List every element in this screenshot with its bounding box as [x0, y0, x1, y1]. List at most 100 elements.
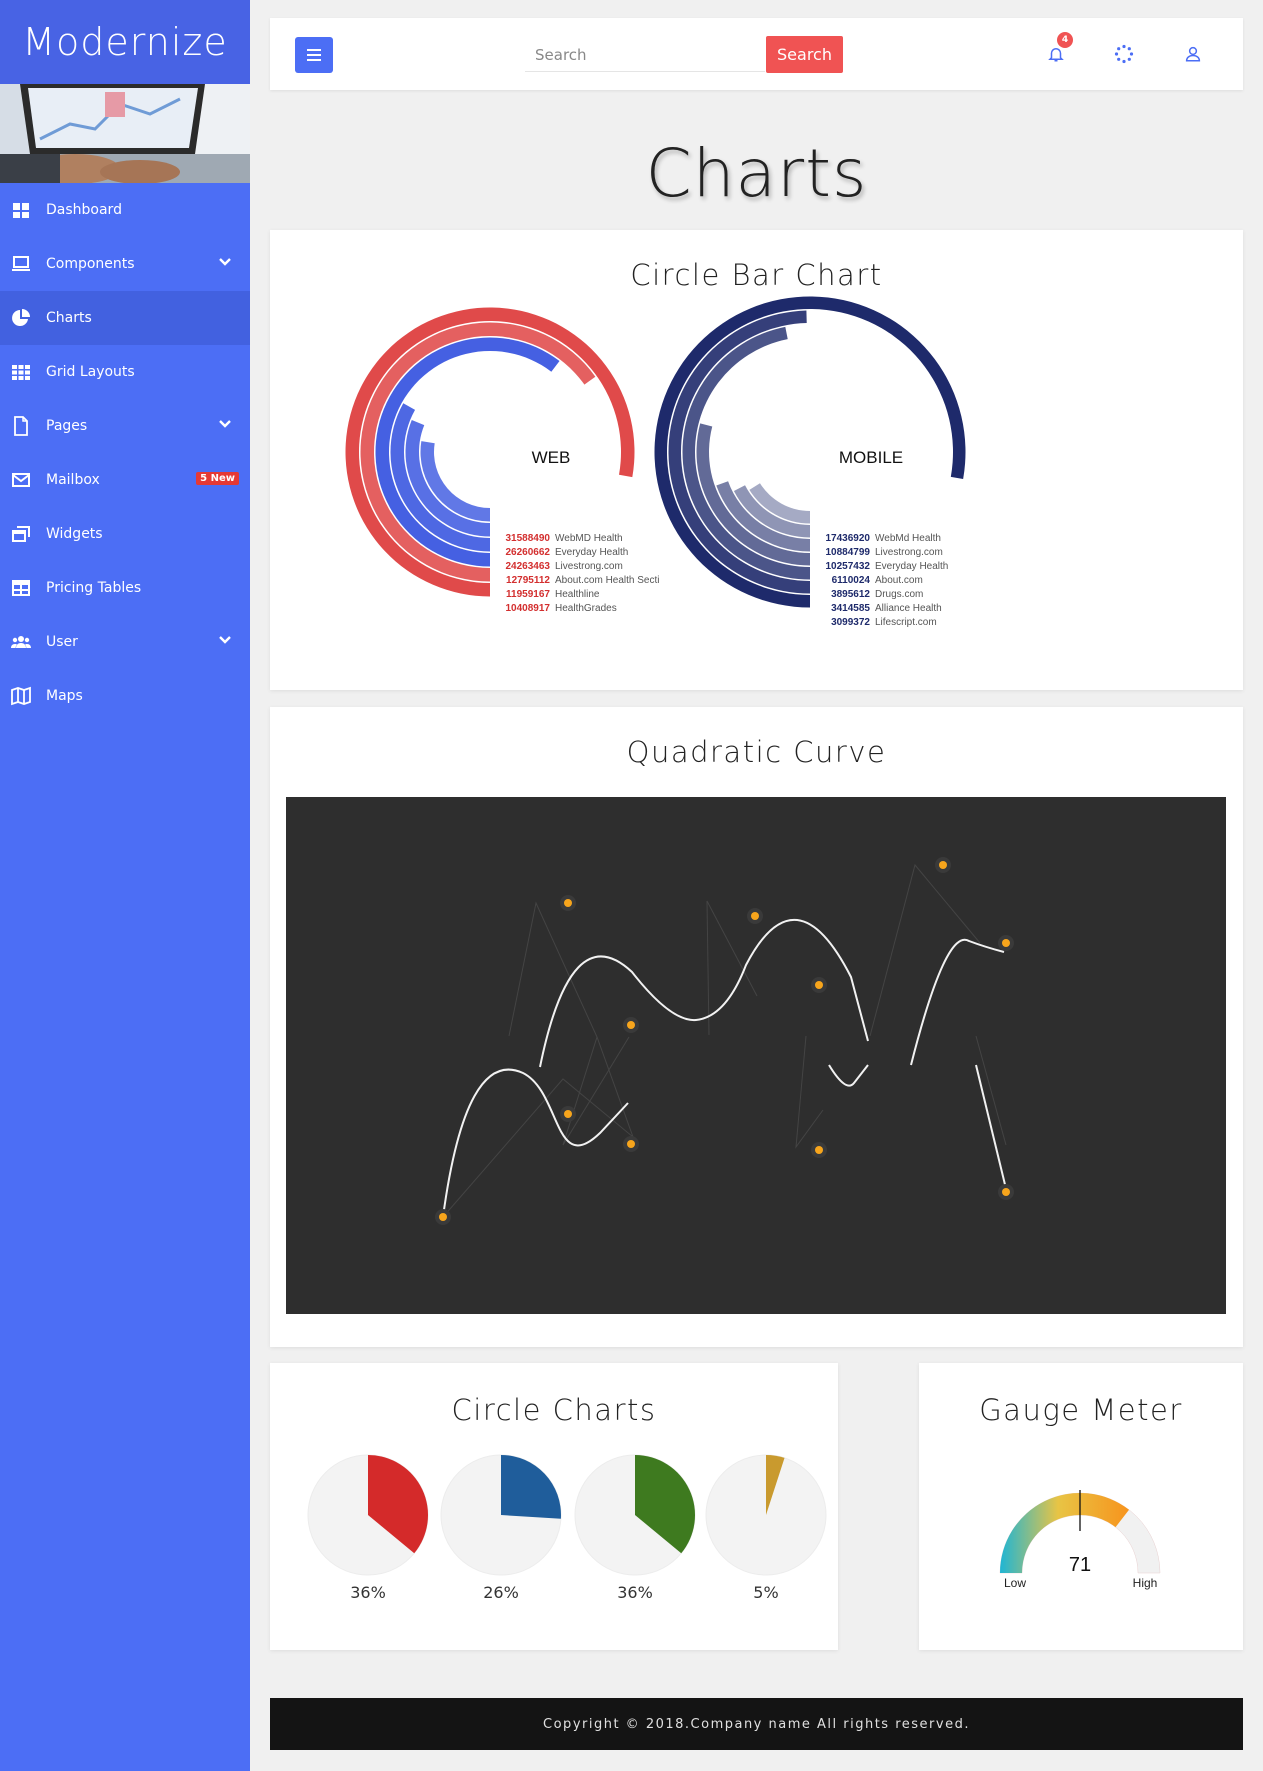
quadratic-curve-drawing: [435, 857, 1014, 1225]
radial-category-label: Livestrong.com: [555, 561, 623, 572]
sidebar-item-label: Pricing Tables: [46, 580, 142, 596]
gauge-fill: [1000, 1493, 1130, 1573]
search-input[interactable]: [525, 38, 765, 72]
pie-percent-label: 5%: [753, 1583, 779, 1602]
pie-percent-label: 36%: [350, 1583, 386, 1602]
radial-value-label: 3099372: [831, 617, 870, 628]
sidebar-item-grid-layouts[interactable]: Grid Layouts: [0, 345, 250, 399]
page-title: Charts: [645, 135, 868, 212]
radial-category-label: Drugs.com: [875, 589, 923, 600]
pie-chart[interactable]: [705, 1454, 827, 1576]
radial-category-label: About.com Health Secti: [555, 575, 660, 586]
radial-category-label: Livestrong.com: [875, 547, 943, 558]
grid-icon: [10, 361, 32, 383]
chevron-down-icon: [218, 633, 232, 647]
radial-value-label: 3895612: [831, 589, 870, 600]
brand-logo[interactable]: Modernize: [0, 0, 250, 84]
sidebar-item-label: Widgets: [46, 526, 103, 542]
brand-name: Modernize: [22, 20, 228, 64]
radial-value-label: 17436920: [826, 533, 871, 544]
sidebar-item-pages[interactable]: Pages: [0, 399, 250, 453]
radial-category-label: Everyday Health: [875, 561, 948, 572]
control-points: [435, 857, 1014, 1225]
sidebar: Modernize Dashboard Components Charts Grid …: [0, 0, 250, 1771]
gauge-meter-card: Gauge Meter 71 Low High: [919, 1363, 1243, 1650]
dashboard-icon: [10, 199, 32, 221]
radial-value-label: 10257432: [826, 561, 871, 572]
sidebar-item-label: Dashboard: [46, 202, 122, 218]
radial-center-label: WEB: [532, 448, 571, 467]
hamburger-icon: [307, 49, 321, 61]
brand-photo: [0, 84, 250, 183]
radial-category-label: Lifescript.com: [875, 617, 937, 628]
menu-toggle-button[interactable]: [295, 37, 333, 73]
radial-chart-mobile: 17436920 WebMd Health 10884799 Livestrong.c…: [654, 296, 966, 628]
footer: Copyright © 2018.Company name All rights…: [270, 1698, 1243, 1750]
pie-percent-label: 36%: [617, 1583, 653, 1602]
topbar: Search 4: [270, 18, 1243, 90]
window-restore-icon: [10, 523, 32, 545]
user-button[interactable]: [1181, 42, 1205, 66]
radial-value-label: 12795112: [506, 575, 550, 586]
pie-percent-label: 26%: [483, 1583, 519, 1602]
table-icon: [10, 577, 32, 599]
chevron-down-icon: [218, 417, 232, 431]
radial-value-label: 31588490: [506, 533, 551, 544]
laptop-photo-icon: [0, 84, 250, 183]
pie-chart[interactable]: [574, 1454, 696, 1576]
radial-value-label: 6110024: [832, 575, 871, 586]
sidebar-item-components[interactable]: Components: [0, 237, 250, 291]
pie-slice: [501, 1455, 561, 1519]
gauge-value: 71: [1069, 1554, 1091, 1576]
circle-bar-chart-card: Circle Bar Chart 31588490 WebMD Health 262…: [270, 230, 1243, 690]
quadratic-curve-card: Quadratic Curve: [270, 707, 1243, 1347]
sidebar-item-dashboard[interactable]: Dashboard: [0, 183, 250, 237]
search-button[interactable]: Search: [766, 36, 843, 73]
circle-charts-card: Circle Charts 36% 26% 36% 5%: [270, 1363, 838, 1650]
sidebar-item-pricing-tables[interactable]: Pricing Tables: [0, 561, 250, 615]
notification-badge: 4: [1057, 32, 1073, 48]
spinner-icon: [1114, 44, 1134, 64]
sidebar-item-label: Maps: [46, 688, 83, 704]
radial-value-label: 3414585: [831, 603, 870, 614]
sidebar-nav: Dashboard Components Charts Grid Layouts Pag…: [0, 183, 250, 723]
radial-category-label: About.com: [875, 575, 923, 586]
chevron-down-icon: [218, 255, 232, 269]
laptop-icon: [10, 253, 32, 275]
radial-category-label: Everyday Health: [555, 547, 628, 558]
circle-charts: [307, 1454, 827, 1576]
radial-chart-web: 31588490 WebMD Health 26260662 Everyday Hea…: [345, 307, 660, 614]
radial-category-label: WebMD Health: [555, 533, 623, 544]
pie-chart[interactable]: [440, 1454, 562, 1576]
quadratic-curve-title: Quadratic Curve: [626, 735, 887, 769]
gauge-min-label: Low: [1004, 1576, 1026, 1590]
sidebar-item-label: Charts: [46, 310, 92, 326]
user-icon: [1185, 46, 1201, 62]
radial-category-label: WebMd Health: [875, 533, 941, 544]
sidebar-item-maps[interactable]: Maps: [0, 669, 250, 723]
sidebar-item-user[interactable]: User: [0, 615, 250, 669]
file-icon: [10, 415, 32, 437]
envelope-icon: [10, 469, 32, 491]
radial-value-label: 26260662: [506, 547, 551, 558]
pie-chart[interactable]: [307, 1454, 429, 1576]
users-icon: [10, 631, 32, 653]
loading-button[interactable]: [1112, 42, 1136, 66]
sidebar-item-mailbox[interactable]: Mailbox 5 New: [0, 453, 250, 507]
radial-category-label: Alliance Health: [875, 603, 942, 614]
sidebar-item-charts[interactable]: Charts: [0, 291, 250, 345]
circle-bar-chart: 31588490 WebMD Health 26260662 Everyday Hea…: [345, 296, 966, 628]
radial-value-label: 11959167: [506, 589, 550, 600]
radial-value-label: 10408917: [506, 603, 551, 614]
radial-value-label: 24263463: [506, 561, 551, 572]
quadratic-curves: [442, 919, 1009, 1218]
radial-category-label: HealthGrades: [555, 603, 617, 614]
radial-value-label: 10884799: [826, 547, 871, 558]
sidebar-item-widgets[interactable]: Widgets: [0, 507, 250, 561]
pie-chart-icon: [10, 307, 32, 329]
control-lines: [442, 863, 1007, 1218]
radial-center-label: MOBILE: [839, 448, 903, 467]
gauge-meter: 71 Low High: [999, 1490, 1161, 1590]
map-icon: [10, 685, 32, 707]
quadratic-curve-canvas[interactable]: [286, 797, 1226, 1314]
